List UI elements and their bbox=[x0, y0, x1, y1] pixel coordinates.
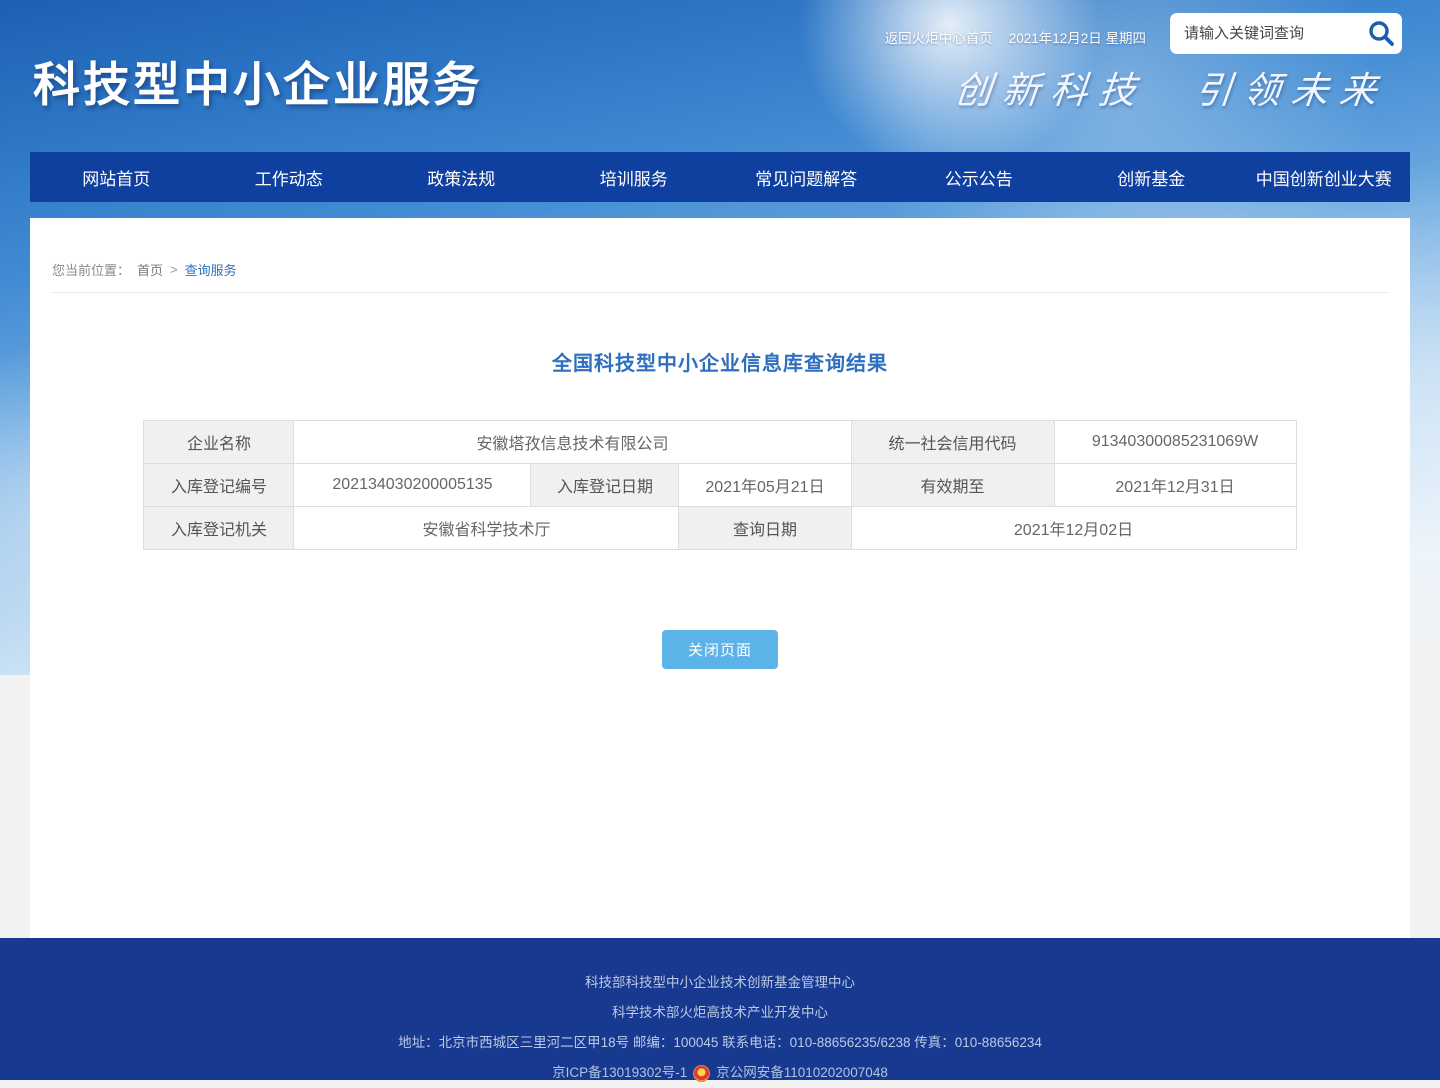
breadcrumb: 您当前位置： 首页 > 查询服务 bbox=[30, 218, 1410, 279]
page-title: 全国科技型中小企业信息库查询结果 bbox=[30, 347, 1410, 376]
public-security-record-link[interactable]: 京公网安备11010202007048 bbox=[716, 1058, 888, 1088]
valid-until-label: 有效期至 bbox=[851, 464, 1054, 507]
valid-until-value: 2021年12月31日 bbox=[1054, 464, 1296, 507]
reg-date-label: 入库登记日期 bbox=[531, 464, 679, 507]
nav-item-policies[interactable]: 政策法规 bbox=[375, 152, 548, 202]
police-badge-icon bbox=[693, 1065, 710, 1082]
reg-number-label: 入库登记编号 bbox=[144, 464, 294, 507]
breadcrumb-divider bbox=[52, 292, 1388, 293]
nav-item-work-news[interactable]: 工作动态 bbox=[203, 152, 376, 202]
footer-contact: 地址：北京市西城区三里河二区甲18号 邮编：100045 联系电话：010-88… bbox=[0, 1028, 1440, 1058]
reg-authority-label: 入库登记机关 bbox=[144, 507, 294, 550]
company-name-label: 企业名称 bbox=[144, 421, 294, 464]
current-date-text: 2021年12月2日 星期四 bbox=[1009, 27, 1146, 47]
nav-item-competition[interactable]: 中国创新创业大赛 bbox=[1238, 152, 1411, 202]
footer-org1: 科技部科技型中小企业技术创新基金管理中心 bbox=[0, 968, 1440, 998]
breadcrumb-current-link[interactable]: 查询服务 bbox=[185, 260, 237, 279]
nav-item-home[interactable]: 网站首页 bbox=[30, 152, 203, 202]
table-row: 入库登记机关 安徽省科学技术厅 查询日期 2021年12月02日 bbox=[144, 507, 1296, 550]
breadcrumb-separator: > bbox=[170, 262, 178, 277]
close-page-button[interactable]: 关闭页面 bbox=[662, 630, 778, 669]
query-result-table: 企业名称 安徽塔孜信息技术有限公司 统一社会信用代码 9134030008523… bbox=[143, 420, 1296, 550]
footer-org2: 科学技术部火炬高技术产业开发中心 bbox=[0, 998, 1440, 1028]
page-footer: 科技部科技型中小企业技术创新基金管理中心 科学技术部火炬高技术产业开发中心 地址… bbox=[0, 938, 1440, 1080]
torch-center-home-link[interactable]: 返回火炬中心首页 bbox=[885, 27, 993, 47]
table-row: 入库登记编号 202134030200005135 入库登记日期 2021年05… bbox=[144, 464, 1296, 507]
site-slogan: 创新科技 引领未来 bbox=[952, 60, 1390, 114]
query-date-label: 查询日期 bbox=[679, 507, 851, 550]
nav-item-announcements[interactable]: 公示公告 bbox=[893, 152, 1066, 202]
breadcrumb-prefix: 您当前位置： bbox=[52, 260, 130, 279]
reg-number-value: 202134030200005135 bbox=[294, 464, 531, 507]
site-header: 科技型中小企业服务 创新科技 引领未来 返回火炬中心首页 2021年12月2日 … bbox=[0, 0, 1440, 152]
icp-license-link[interactable]: 京ICP备13019302号-1 bbox=[552, 1058, 687, 1088]
search-icon bbox=[1367, 35, 1395, 50]
search-box bbox=[1170, 13, 1402, 54]
breadcrumb-home-link[interactable]: 首页 bbox=[137, 260, 163, 279]
nav-item-faq[interactable]: 常见问题解答 bbox=[720, 152, 893, 202]
search-button[interactable] bbox=[1366, 19, 1396, 49]
credit-code-value: 91340300085231069W bbox=[1054, 421, 1296, 464]
reg-date-value: 2021年05月21日 bbox=[679, 464, 851, 507]
reg-authority-value: 安徽省科学技术厅 bbox=[294, 507, 679, 550]
table-row: 企业名称 安徽塔孜信息技术有限公司 统一社会信用代码 9134030008523… bbox=[144, 421, 1296, 464]
company-name-value: 安徽塔孜信息技术有限公司 bbox=[294, 421, 851, 464]
topbar: 返回火炬中心首页 2021年12月2日 星期四 bbox=[885, 27, 1146, 47]
site-title: 科技型中小企业服务 bbox=[33, 46, 483, 115]
main-nav: 网站首页 工作动态 政策法规 培训服务 常见问题解答 公示公告 创新基金 中国创… bbox=[30, 152, 1410, 202]
content-card: 您当前位置： 首页 > 查询服务 全国科技型中小企业信息库查询结果 企业名称 安… bbox=[30, 218, 1410, 938]
nav-item-training[interactable]: 培训服务 bbox=[548, 152, 721, 202]
query-date-value: 2021年12月02日 bbox=[851, 507, 1296, 550]
footer-registration-line: 京ICP备13019302号-1 京公网安备11010202007048 bbox=[0, 1058, 1440, 1088]
nav-item-innovation-fund[interactable]: 创新基金 bbox=[1065, 152, 1238, 202]
credit-code-label: 统一社会信用代码 bbox=[851, 421, 1054, 464]
